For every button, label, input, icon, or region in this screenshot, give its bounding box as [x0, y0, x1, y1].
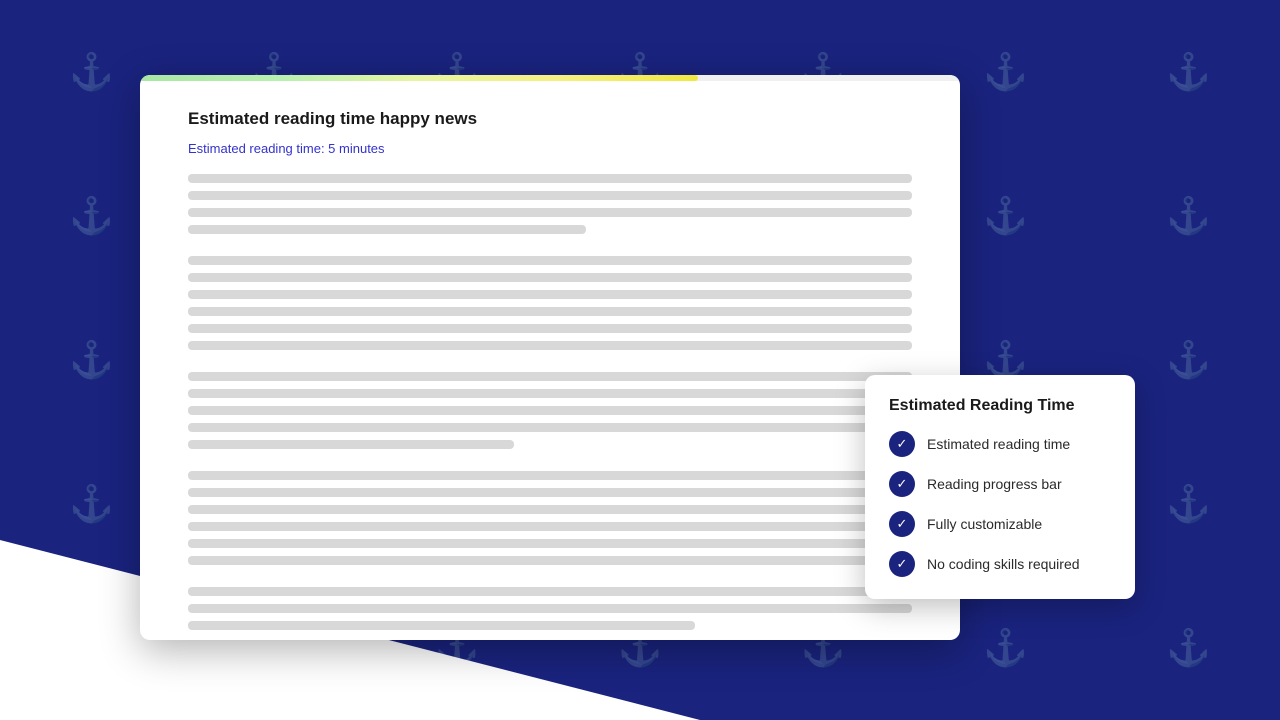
reading-time-label: Estimated reading time: 5 minutes	[188, 141, 912, 156]
text-line	[188, 488, 912, 497]
progress-bar-fill	[140, 75, 698, 81]
text-line	[188, 208, 912, 217]
text-line	[188, 587, 912, 596]
feature-item-label: No coding skills required	[927, 556, 1080, 572]
feature-item-no-coding: ✓ No coding skills required	[889, 551, 1111, 577]
feature-item-label: Reading progress bar	[927, 476, 1062, 492]
feature-item-progress-bar: ✓ Reading progress bar	[889, 471, 1111, 497]
text-line	[188, 307, 912, 316]
reading-progress-bar	[140, 75, 960, 81]
text-line	[188, 604, 912, 613]
text-line	[188, 471, 912, 480]
text-line	[188, 256, 912, 265]
text-line	[188, 191, 912, 200]
article-title: Estimated reading time happy news	[188, 109, 912, 129]
anchor-icon: ⚓	[1097, 0, 1280, 144]
text-line	[188, 225, 586, 234]
feature-item-customizable: ✓ Fully customizable	[889, 511, 1111, 537]
text-line	[188, 406, 912, 415]
text-line	[188, 174, 912, 183]
text-line	[188, 423, 912, 432]
check-icon: ✓	[889, 551, 915, 577]
anchor-icon: ⚓	[1097, 144, 1280, 288]
article-body-placeholder	[188, 174, 912, 630]
feature-card: Estimated Reading Time ✓ Estimated readi…	[865, 375, 1135, 599]
feature-item-label: Estimated reading time	[927, 436, 1070, 452]
text-line	[188, 389, 912, 398]
text-line	[188, 273, 912, 282]
feature-item-estimated-time: ✓ Estimated reading time	[889, 431, 1111, 457]
text-line	[188, 539, 912, 548]
feature-item-label: Fully customizable	[927, 516, 1042, 532]
check-icon: ✓	[889, 471, 915, 497]
check-icon: ✓	[889, 511, 915, 537]
text-line	[188, 505, 912, 514]
text-line	[188, 556, 912, 565]
article-content: Estimated reading time happy news Estima…	[140, 81, 960, 640]
text-line	[188, 290, 912, 299]
feature-card-title: Estimated Reading Time	[889, 397, 1111, 415]
text-line	[188, 522, 912, 531]
text-line	[188, 621, 695, 630]
check-icon: ✓	[889, 431, 915, 457]
text-line	[188, 341, 912, 350]
text-line	[188, 324, 912, 333]
text-line	[188, 440, 514, 449]
browser-card: Estimated reading time happy news Estima…	[140, 75, 960, 640]
text-line	[188, 372, 912, 381]
